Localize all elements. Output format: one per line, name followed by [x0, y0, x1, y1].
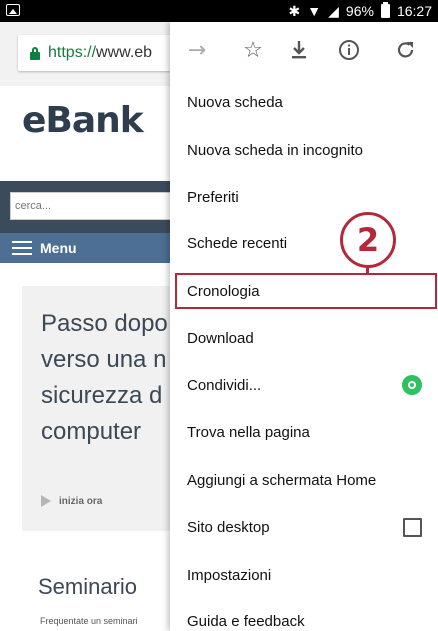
- menu-item-settings[interactable]: Impostazioni: [187, 561, 271, 591]
- promo-line: sicurezza d: [41, 382, 163, 409]
- menu-item-new-incognito-tab[interactable]: Nuova scheda in incognito: [187, 136, 363, 166]
- play-icon: [41, 495, 51, 507]
- whatsapp-icon[interactable]: [402, 375, 422, 395]
- history-highlight-box: [175, 273, 437, 309]
- url-scheme: https://: [48, 44, 97, 61]
- start-link[interactable]: inizia ora: [41, 495, 102, 507]
- promo-line: verso una n: [41, 346, 167, 373]
- bluetooth-icon: ✱: [288, 3, 301, 19]
- menu-item-help-feedback[interactable]: Guida e feedback: [187, 607, 305, 631]
- promo-line: Passo dopo: [41, 310, 168, 337]
- wifi-icon: ▼: [307, 3, 322, 19]
- callout-connector: [366, 268, 369, 274]
- callout-number: 2: [356, 221, 380, 259]
- forward-icon[interactable]: →: [183, 36, 211, 64]
- menu-toolbar: → ☆: [170, 22, 438, 78]
- lock-icon: [30, 46, 40, 60]
- menu-item-bookmarks[interactable]: Preferiti: [187, 183, 239, 213]
- signal-icon: ◢: [328, 3, 339, 19]
- menu-item-find-in-page[interactable]: Trova nella pagina: [187, 418, 310, 448]
- site-menu-label: Menu: [40, 240, 77, 256]
- refresh-icon[interactable]: [392, 36, 420, 64]
- browser-overflow-menu: → ☆ Nuova scheda Nuova scheda in incogni…: [170, 22, 438, 631]
- menu-item-downloads[interactable]: Download: [187, 324, 254, 354]
- battery-icon: [380, 2, 390, 18]
- site-logo[interactable]: eBank: [22, 100, 144, 141]
- status-bar: ✱ ▼ ◢ 96% 16:27: [0, 0, 438, 22]
- search-input[interactable]: cerca...: [10, 192, 180, 220]
- seminar-heading: Seminario: [38, 574, 138, 599]
- url-host: www.eb: [96, 44, 153, 61]
- download-icon[interactable]: [285, 36, 313, 64]
- promo-line: computer: [41, 418, 142, 445]
- menu-item-desktop-site[interactable]: Sito desktop: [187, 513, 270, 543]
- info-icon[interactable]: [335, 36, 363, 64]
- desktop-site-checkbox[interactable]: [403, 518, 422, 537]
- clock: 16:27: [396, 3, 432, 19]
- menu-item-recent-tabs[interactable]: Schede recenti: [187, 229, 287, 259]
- url-field[interactable]: https://www.eb: [18, 35, 188, 71]
- battery-level: 96%: [345, 3, 374, 19]
- seminar-text: Frequentate un seminari: [40, 616, 138, 626]
- promo-title: Passo dopo verso una n sicurezza d compu…: [41, 306, 181, 450]
- callout-badge: 2: [340, 212, 396, 268]
- image-icon: [6, 4, 20, 16]
- menu-item-new-tab[interactable]: Nuova scheda: [187, 88, 283, 118]
- start-link-label: inizia ora: [59, 495, 103, 507]
- star-icon[interactable]: ☆: [239, 36, 267, 64]
- menu-item-share[interactable]: Condividi...: [187, 371, 261, 401]
- menu-item-add-to-home[interactable]: Aggiungi a schermata Home: [187, 466, 376, 496]
- hamburger-icon: [12, 241, 32, 255]
